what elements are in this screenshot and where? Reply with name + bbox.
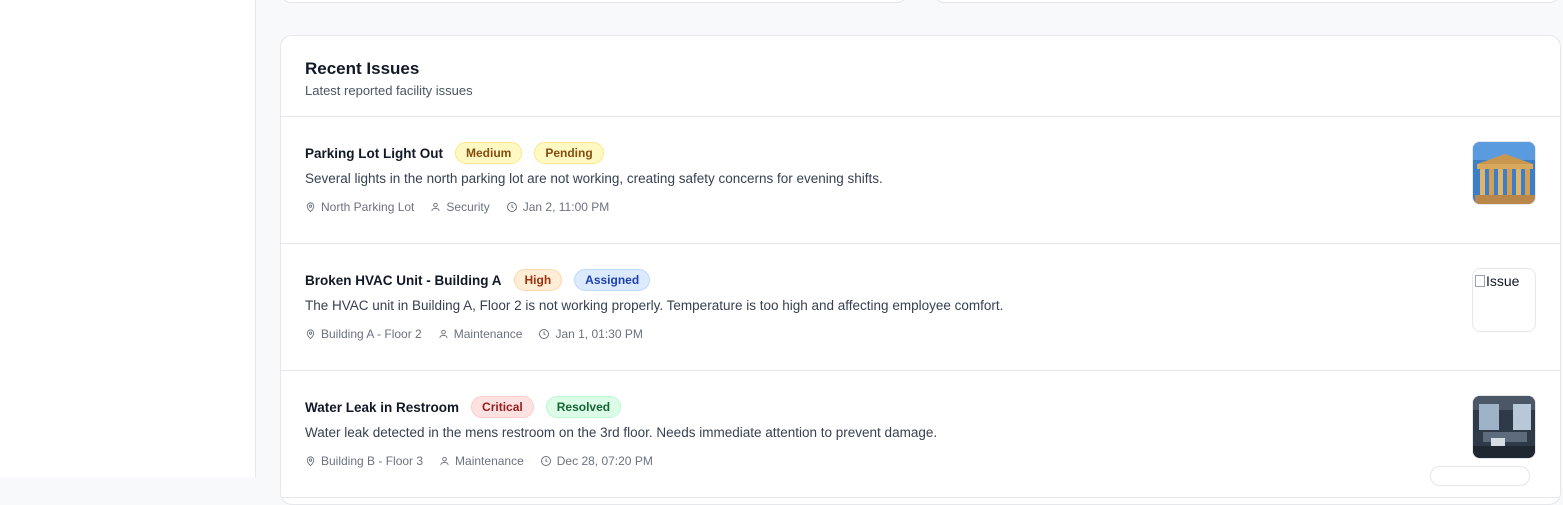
user-icon <box>440 456 449 466</box>
time-label: Jan 1, 01:30 PM <box>555 327 643 341</box>
issue-description: Several lights in the north parking lot … <box>305 171 883 186</box>
issue-assignee: Maintenance <box>439 454 524 468</box>
time-label: Jan 2, 11:00 PM <box>522 200 610 214</box>
map-pin-icon <box>306 329 315 340</box>
assignee-label: Maintenance <box>453 327 523 341</box>
location-label: North Parking Lot <box>321 200 415 214</box>
issue-location: Building B - Floor 3 <box>305 454 423 468</box>
recent-issues-card: Recent Issues Latest reported facility i… <box>280 35 1561 505</box>
issue-location: North Parking Lot <box>305 200 414 214</box>
issue-description: The HVAC unit in Building A, Floor 2 is … <box>305 298 1004 313</box>
user-icon <box>439 329 448 339</box>
temple-photo <box>1473 142 1535 204</box>
issue-row[interactable]: Broken HVAC Unit - Building A High Assig… <box>281 244 1560 371</box>
issue-time: Jan 2, 11:00 PM <box>506 200 610 214</box>
issue-row[interactable]: Water Leak in Restroom Critical Resolved… <box>281 371 1560 498</box>
assignee-label: Security <box>446 200 490 214</box>
location-label: Building A - Floor 2 <box>321 327 422 341</box>
floating-action-button[interactable] <box>1430 466 1530 486</box>
section-title: Recent Issues <box>305 59 420 78</box>
issue-assignee: Maintenance <box>438 327 523 341</box>
priority-badge: Medium <box>455 142 523 164</box>
status-badge: Assigned <box>574 269 651 291</box>
stats-card-right <box>934 0 1560 3</box>
main-content: Recent Issues Latest reported facility i… <box>256 0 1563 505</box>
clock-icon <box>539 329 550 339</box>
issue-title: Parking Lot Light Out <box>305 145 443 161</box>
clock-icon <box>540 456 551 466</box>
map-pin-icon <box>306 456 315 467</box>
status-badge: Resolved <box>545 396 622 418</box>
interior-photo <box>1473 396 1535 458</box>
issue-assignee: Security <box>430 200 490 214</box>
issue-image[interactable]: Issue <box>1472 268 1536 332</box>
issue-time: Dec 28, 07:20 PM <box>540 454 653 468</box>
broken-image-icon <box>1475 275 1485 287</box>
issue-title: Water Leak in Restroom <box>305 399 460 415</box>
issue-image[interactable] <box>1472 395 1536 459</box>
issue-time: Jan 1, 01:30 PM <box>538 327 643 341</box>
issue-description: Water leak detected in the mens restroom… <box>305 425 938 440</box>
priority-badge: High <box>513 269 563 291</box>
card-header: Recent Issues Latest reported facility i… <box>281 36 1560 117</box>
status-badge: Pending <box>534 142 604 164</box>
image-alt-text: Issue <box>1486 273 1520 289</box>
sidebar <box>0 0 256 477</box>
issue-row[interactable]: Parking Lot Light Out Medium Pending Sev… <box>281 117 1560 244</box>
section-subtitle: Latest reported facility issues <box>305 83 473 98</box>
assignee-label: Maintenance <box>455 454 524 468</box>
priority-badge: Critical <box>471 396 534 418</box>
issue-location: Building A - Floor 2 <box>305 327 422 341</box>
issue-image[interactable] <box>1472 141 1536 205</box>
broken-image-placeholder: Issue <box>1473 269 1535 289</box>
user-icon <box>431 202 441 212</box>
clock-icon <box>506 202 517 212</box>
location-label: Building B - Floor 3 <box>321 454 424 468</box>
stats-card-left <box>281 0 907 3</box>
issue-title: Broken HVAC Unit - Building A <box>305 272 502 288</box>
time-label: Dec 28, 07:20 PM <box>556 454 653 468</box>
map-pin-icon <box>306 202 315 213</box>
